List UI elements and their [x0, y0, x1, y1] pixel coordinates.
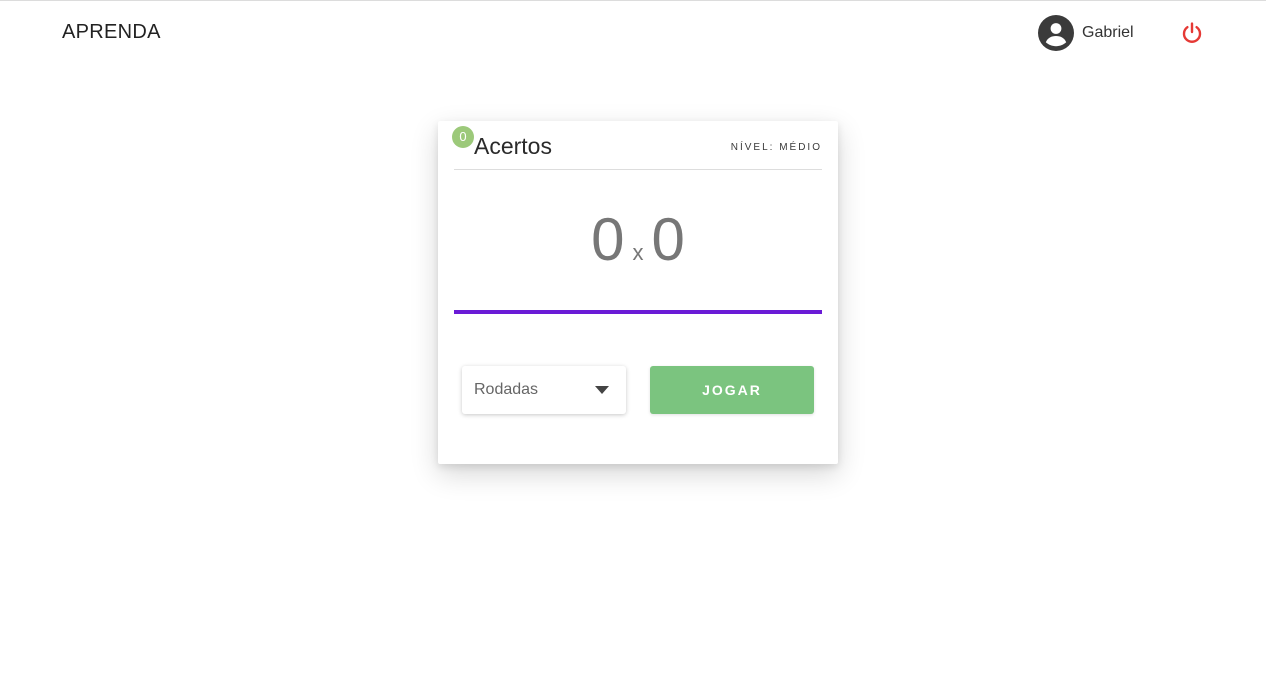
progress-bar-fill	[454, 310, 822, 314]
progress-bar	[454, 310, 822, 314]
user-name: Gabriel	[1082, 24, 1134, 41]
header-divider	[454, 169, 822, 170]
rounds-select[interactable]: Rodadas	[462, 366, 626, 414]
user-menu[interactable]: Gabriel	[1038, 15, 1134, 51]
app-header: APRENDA Gabriel	[0, 1, 1266, 63]
score-separator: x	[632, 240, 644, 265]
score-badge: 0	[452, 126, 474, 148]
game-card: 0 Acertos NÍVEL: MÉDIO 0x0 Rodadas JOGAR	[438, 121, 838, 464]
brand-title[interactable]: APRENDA	[62, 21, 161, 44]
score-display: 0x0	[438, 201, 838, 279]
power-icon	[1182, 22, 1202, 43]
rounds-select-label: Rodadas	[474, 381, 539, 398]
logout-button[interactable]	[1178, 19, 1206, 47]
level-label: NÍVEL: MÉDIO	[730, 142, 822, 153]
caret-down-icon	[595, 386, 609, 394]
score-right: 0	[651, 206, 685, 273]
card-title: Acertos	[474, 133, 552, 159]
account-circle-icon	[1038, 15, 1074, 51]
score-left: 0	[591, 206, 625, 273]
play-button[interactable]: JOGAR	[650, 366, 814, 414]
